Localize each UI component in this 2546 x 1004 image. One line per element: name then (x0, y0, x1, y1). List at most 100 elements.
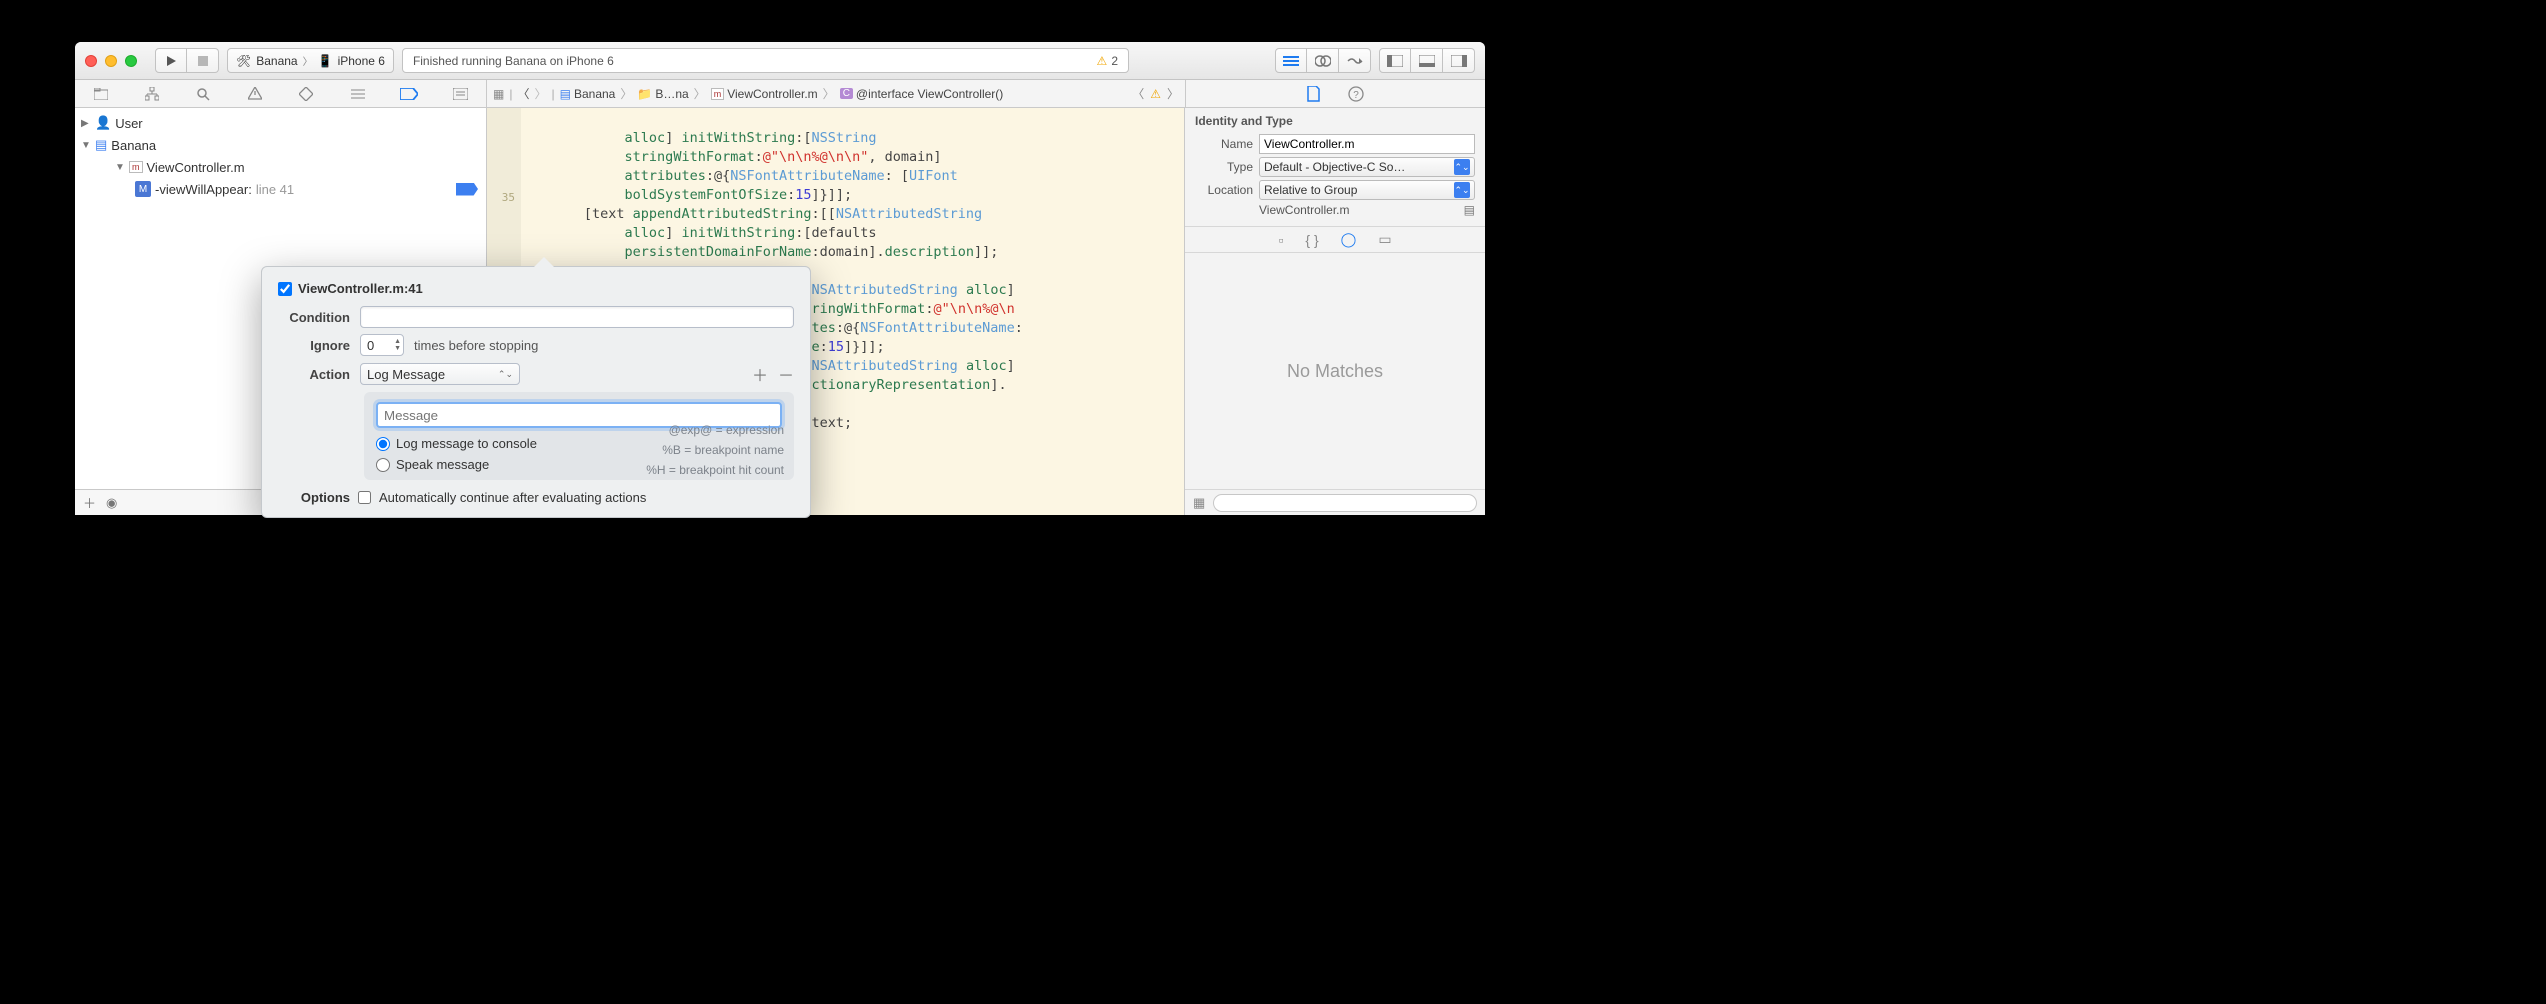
library-tabs: ▫ { } ◯ ▭ (1185, 227, 1485, 253)
add-button[interactable]: ＋ (83, 493, 96, 512)
find-navigator-tab[interactable] (194, 85, 212, 103)
chevron-updown-icon: ⌃⌄ (498, 369, 513, 380)
nav-back-button[interactable]: 〈 (517, 85, 529, 102)
crumb-project[interactable]: ▤Banana (560, 87, 616, 101)
run-stop-group (155, 48, 219, 73)
add-action-button[interactable]: ＋ (752, 362, 768, 386)
inspector-tabs: ? (1185, 80, 1485, 107)
disclosure-triangle-icon[interactable]: ▼ (81, 140, 91, 151)
tree-row-project[interactable]: ▼ ▤ Banana (75, 134, 486, 156)
breakpoint-title: ViewController.m:41 (298, 281, 423, 296)
run-button[interactable] (155, 48, 187, 73)
breakpoint-enabled-checkbox[interactable] (278, 282, 292, 296)
user-label: User (115, 116, 142, 131)
ignore-stepper[interactable]: 0 ▲▼ (360, 334, 404, 356)
condition-field[interactable] (360, 306, 794, 328)
report-navigator-tab[interactable] (451, 85, 469, 103)
token-hints: @exp@ = expression %B = breakpoint name … (646, 423, 784, 477)
disclosure-triangle-icon[interactable]: ▶ (81, 118, 91, 129)
stepper-arrows-icon[interactable]: ▲▼ (394, 338, 401, 352)
scheme-device: iPhone 6 (338, 54, 385, 68)
chevron-right-icon: 〉 (303, 53, 313, 68)
grid-view-icon[interactable]: ▦ (1193, 495, 1205, 511)
file-template-tab[interactable]: ▫ (1278, 232, 1283, 248)
debug-navigator-tab[interactable] (349, 85, 367, 103)
auto-continue-checkbox[interactable] (358, 491, 371, 504)
location-file: ViewController.m (1259, 203, 1458, 217)
jump-prev-issue[interactable]: 〈 (1132, 85, 1144, 102)
log-icon (453, 88, 468, 100)
assistant-editor-button[interactable] (1307, 48, 1339, 73)
symbol-navigator-tab[interactable] (143, 85, 161, 103)
tree-row-breakpoint[interactable]: M -viewWillAppear: line 41 (75, 178, 486, 200)
quick-help-tab[interactable]: ? (1348, 86, 1364, 102)
related-items-icon[interactable]: ▦ (493, 87, 504, 101)
condition-label: Condition (278, 310, 350, 325)
breakpoint-marker-icon[interactable] (456, 183, 478, 196)
project-navigator-tab[interactable] (92, 85, 110, 103)
breakpoint-navigator-tab[interactable] (400, 85, 418, 103)
issue-navigator-tab[interactable] (246, 85, 264, 103)
stop-button[interactable] (187, 48, 219, 73)
action-label: Action (278, 367, 350, 382)
type-select[interactable]: Default - Objective-C So… ⌃⌄ (1259, 157, 1475, 177)
object-library-tab[interactable]: ◯ (1341, 231, 1357, 248)
gutter-line-number: 35 (487, 188, 515, 207)
activity-view: Finished running Banana on iPhone 6 ⚠ 2 (402, 48, 1129, 73)
auto-continue-label: Automatically continue after evaluating … (379, 490, 646, 505)
toggle-navigator-button[interactable] (1379, 48, 1411, 73)
diamond-icon (299, 87, 313, 101)
breakpoint-edit-popover: ViewController.m:41 Condition Ignore 0 ▲… (261, 266, 811, 518)
disclosure-triangle-icon[interactable]: ▼ (115, 162, 125, 173)
file-inspector-tab[interactable] (1307, 86, 1320, 102)
standard-editor-button[interactable] (1275, 48, 1307, 73)
xcode-window: 🛠 Banana 〉 📱 iPhone 6 Finished running B… (75, 42, 1485, 515)
scheme-project: Banana (256, 54, 297, 68)
crumb-folder[interactable]: 📁B…na (637, 87, 688, 101)
reveal-folder-icon[interactable]: ▤ (1464, 203, 1475, 217)
location-label: Location (1195, 183, 1253, 197)
left-panel-icon (1387, 55, 1403, 67)
activity-text: Finished running Banana on iPhone 6 (413, 54, 614, 68)
jump-next-issue[interactable]: 〉 (1167, 85, 1179, 102)
remove-action-button[interactable]: － (778, 362, 794, 386)
minimize-button[interactable] (105, 55, 117, 67)
name-label: Name (1195, 137, 1253, 151)
toggle-debug-button[interactable] (1411, 48, 1443, 73)
location-select[interactable]: Relative to Group ⌃⌄ (1259, 180, 1475, 200)
scheme-selector[interactable]: 🛠 Banana 〉 📱 iPhone 6 (227, 48, 394, 73)
stop-icon (198, 56, 208, 66)
library-panel: ▫ { } ◯ ▭ No Matches ▦ (1185, 227, 1485, 515)
navigator-tabs (75, 80, 487, 107)
hint-hit-count: %H = breakpoint hit count (646, 463, 784, 477)
name-field[interactable] (1259, 134, 1475, 154)
library-search-field[interactable] (1213, 494, 1477, 512)
warning-triangle-icon (248, 87, 262, 100)
standard-editor-icon (1283, 55, 1299, 67)
media-library-tab[interactable]: ▭ (1378, 231, 1391, 248)
tree-row-user[interactable]: ▶ 👤 User (75, 112, 486, 134)
play-icon (165, 55, 177, 67)
window-controls (85, 55, 137, 67)
assistant-editor-icon (1315, 54, 1331, 68)
options-label: Options (278, 490, 350, 505)
titlebar: 🛠 Banana 〉 📱 iPhone 6 Finished running B… (75, 42, 1485, 80)
tree-row-file[interactable]: ▼ m ViewController.m (75, 156, 486, 178)
test-navigator-tab[interactable] (297, 85, 315, 103)
code-snippet-tab[interactable]: { } (1305, 232, 1318, 248)
issue-indicator[interactable]: ⚠ 2 (1097, 54, 1118, 68)
crumb-symbol[interactable]: C@interface ViewController() (840, 87, 1004, 101)
close-button[interactable] (85, 55, 97, 67)
document-icon (1307, 86, 1320, 102)
action-select[interactable]: Log Message ⌃⌄ (360, 363, 520, 385)
toggle-utilities-button[interactable] (1443, 48, 1475, 73)
jump-bar[interactable]: ▦ | 〈 〉 | ▤Banana 〉 📁B…na 〉 mViewControl… (487, 80, 1185, 107)
nav-forward-button[interactable]: 〉 (534, 85, 546, 102)
zoom-button[interactable] (125, 55, 137, 67)
filter-scope-button[interactable]: ◉ (106, 495, 117, 511)
breakpoint-tab-icon (400, 88, 418, 100)
version-editor-button[interactable] (1339, 48, 1371, 73)
warning-count: 2 (1111, 54, 1118, 68)
identity-type-section: Identity and Type Name Type Default - Ob… (1185, 108, 1485, 227)
crumb-file[interactable]: mViewController.m (711, 87, 818, 101)
